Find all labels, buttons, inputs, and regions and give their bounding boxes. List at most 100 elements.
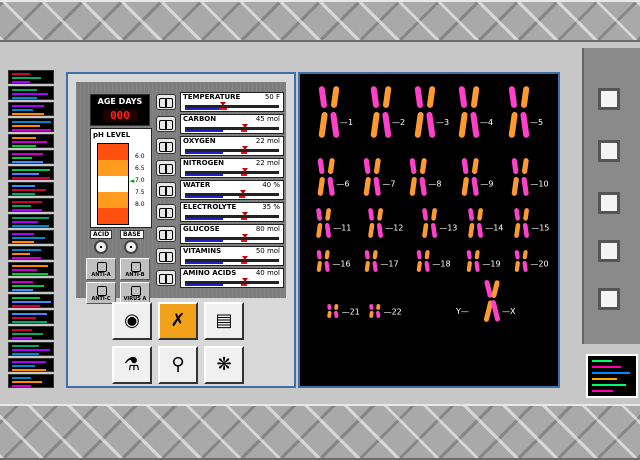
chromatid-arm xyxy=(416,250,422,260)
indicator-line xyxy=(12,221,38,223)
chromosome-label: —5 xyxy=(530,118,543,127)
meter-row: AMINO ACIDS 40 mol xyxy=(156,268,284,288)
mini-monitor-line xyxy=(592,372,630,374)
meter-pointer-icon xyxy=(242,256,248,260)
chromosome-pair-9 xyxy=(461,158,479,196)
meter-pointer-icon xyxy=(242,168,248,172)
sex-chromosomes xyxy=(483,280,501,322)
anti-c-label: ANTI-C xyxy=(91,296,111,302)
side-button-4[interactable] xyxy=(598,240,620,262)
meter-gauge: VITAMINS 50 mol xyxy=(180,246,284,266)
meter-row: ELECTROLYTE 35 % xyxy=(156,202,284,222)
bacteria-button[interactable]: ❋ xyxy=(204,346,244,384)
age-days-value: 000 xyxy=(103,109,137,122)
anti-b-label: ANTI-B xyxy=(125,272,145,278)
meter-toggle-button[interactable] xyxy=(156,138,176,154)
indicator-line xyxy=(12,189,46,191)
indicator-line xyxy=(12,381,42,383)
indicator-line xyxy=(12,321,47,323)
cell-view-button[interactable]: ◉ xyxy=(112,302,152,340)
chromosome-label: —14 xyxy=(485,224,503,233)
chromosome-label: —9 xyxy=(480,180,493,189)
indicator-line xyxy=(12,129,51,131)
indicator-line xyxy=(12,141,47,143)
chromosome-label: —20 xyxy=(530,260,548,269)
indicator-strip xyxy=(8,342,54,356)
meter-name: OXYGEN xyxy=(183,137,216,145)
meter-row: CARBON 45 mol xyxy=(156,114,284,134)
chromosome-label: —10 xyxy=(530,180,548,189)
meter-toggle-button[interactable] xyxy=(156,182,176,198)
chromatid-arm xyxy=(522,222,529,238)
microscope-button[interactable]: ⚲ xyxy=(158,346,198,384)
anti-a-button[interactable]: ANTI-A xyxy=(86,258,116,280)
meter-value: 45 mol xyxy=(255,115,280,123)
chromatid-arm xyxy=(514,222,521,238)
chromosome-icon: ✗ xyxy=(170,310,186,331)
chromosome-label: —22 xyxy=(384,308,402,317)
meter-toggle-button[interactable] xyxy=(156,116,176,132)
chromatid-arm xyxy=(461,158,469,175)
chromosome-pair-5 xyxy=(508,86,530,138)
acid-knob[interactable] xyxy=(94,240,108,254)
chromosome-label: —12 xyxy=(385,224,403,233)
meter-name: AMINO ACIDS xyxy=(183,269,237,277)
meter-value: 50 mol xyxy=(255,247,280,255)
meter-value: 50 F xyxy=(264,93,280,101)
chromosome-label: —6 xyxy=(336,180,349,189)
indicator-line xyxy=(12,81,30,83)
meter-name: NITROGEN xyxy=(183,159,224,167)
chromatid-arm xyxy=(511,176,519,196)
chromosome-view-button[interactable]: ✗ xyxy=(158,302,198,340)
meter-fill xyxy=(185,240,223,242)
chromatid-arm xyxy=(317,176,325,196)
test-tube-button[interactable]: ⚗ xyxy=(112,346,152,384)
side-button-1[interactable] xyxy=(598,88,620,110)
meter-name: CARBON xyxy=(183,115,217,123)
indicator-line xyxy=(12,121,51,123)
indicator-line xyxy=(12,113,44,115)
meter-toggle-button[interactable] xyxy=(156,94,176,110)
meter-fill xyxy=(185,130,223,132)
indicator-line xyxy=(12,145,36,147)
meter-toggle-button[interactable] xyxy=(156,248,176,264)
meter-toggle-button[interactable] xyxy=(156,226,176,242)
chromatid-arm xyxy=(422,208,428,221)
base-knob[interactable] xyxy=(124,240,138,254)
chromatid-arm xyxy=(419,158,427,175)
indicator-strip xyxy=(8,294,54,308)
chromosome-pair-2 xyxy=(370,86,392,138)
chromatid-arm xyxy=(372,250,378,260)
indicator-line xyxy=(12,273,48,275)
chromatid-arm xyxy=(318,86,328,108)
chromosome-label: —11 xyxy=(333,224,351,233)
meter-value: 40 % xyxy=(262,181,280,189)
status-indicator-strips xyxy=(0,70,60,390)
meter-gauge: ELECTROLYTE 35 % xyxy=(180,202,284,222)
meter-gauge: CARBON 45 mol xyxy=(180,114,284,134)
side-button-3[interactable] xyxy=(598,192,620,214)
chromatid-arm xyxy=(511,158,519,175)
chromatid-arm xyxy=(476,222,483,238)
chromatid-arm xyxy=(431,208,437,221)
side-button-2[interactable] xyxy=(598,140,620,162)
indicator-strip xyxy=(8,198,54,212)
chromosome-pair-18 xyxy=(416,250,430,272)
side-button-5[interactable] xyxy=(598,288,620,310)
virus-a-button[interactable]: VIRUS A xyxy=(120,282,150,304)
meter-range xyxy=(241,130,247,132)
meter-gauge: AMINO ACIDS 40 mol xyxy=(180,268,284,288)
indicator-strip xyxy=(8,326,54,340)
meter-toggle-button[interactable] xyxy=(156,160,176,176)
anti-b-button[interactable]: ANTI-B xyxy=(120,258,150,280)
indicator-strip xyxy=(8,310,54,324)
dna-sequence-button[interactable]: ▤ xyxy=(204,302,244,340)
indicator-strip xyxy=(8,358,54,372)
anti-c-button[interactable]: ANTI-C xyxy=(86,282,116,304)
meter-toggle-button[interactable] xyxy=(156,270,176,286)
meter-toggle-button[interactable] xyxy=(156,204,176,220)
mini-monitor-line xyxy=(592,390,613,392)
age-days-label: AGE DAYS xyxy=(97,97,143,106)
indicator-line xyxy=(12,185,35,187)
indicator-line xyxy=(12,105,44,107)
